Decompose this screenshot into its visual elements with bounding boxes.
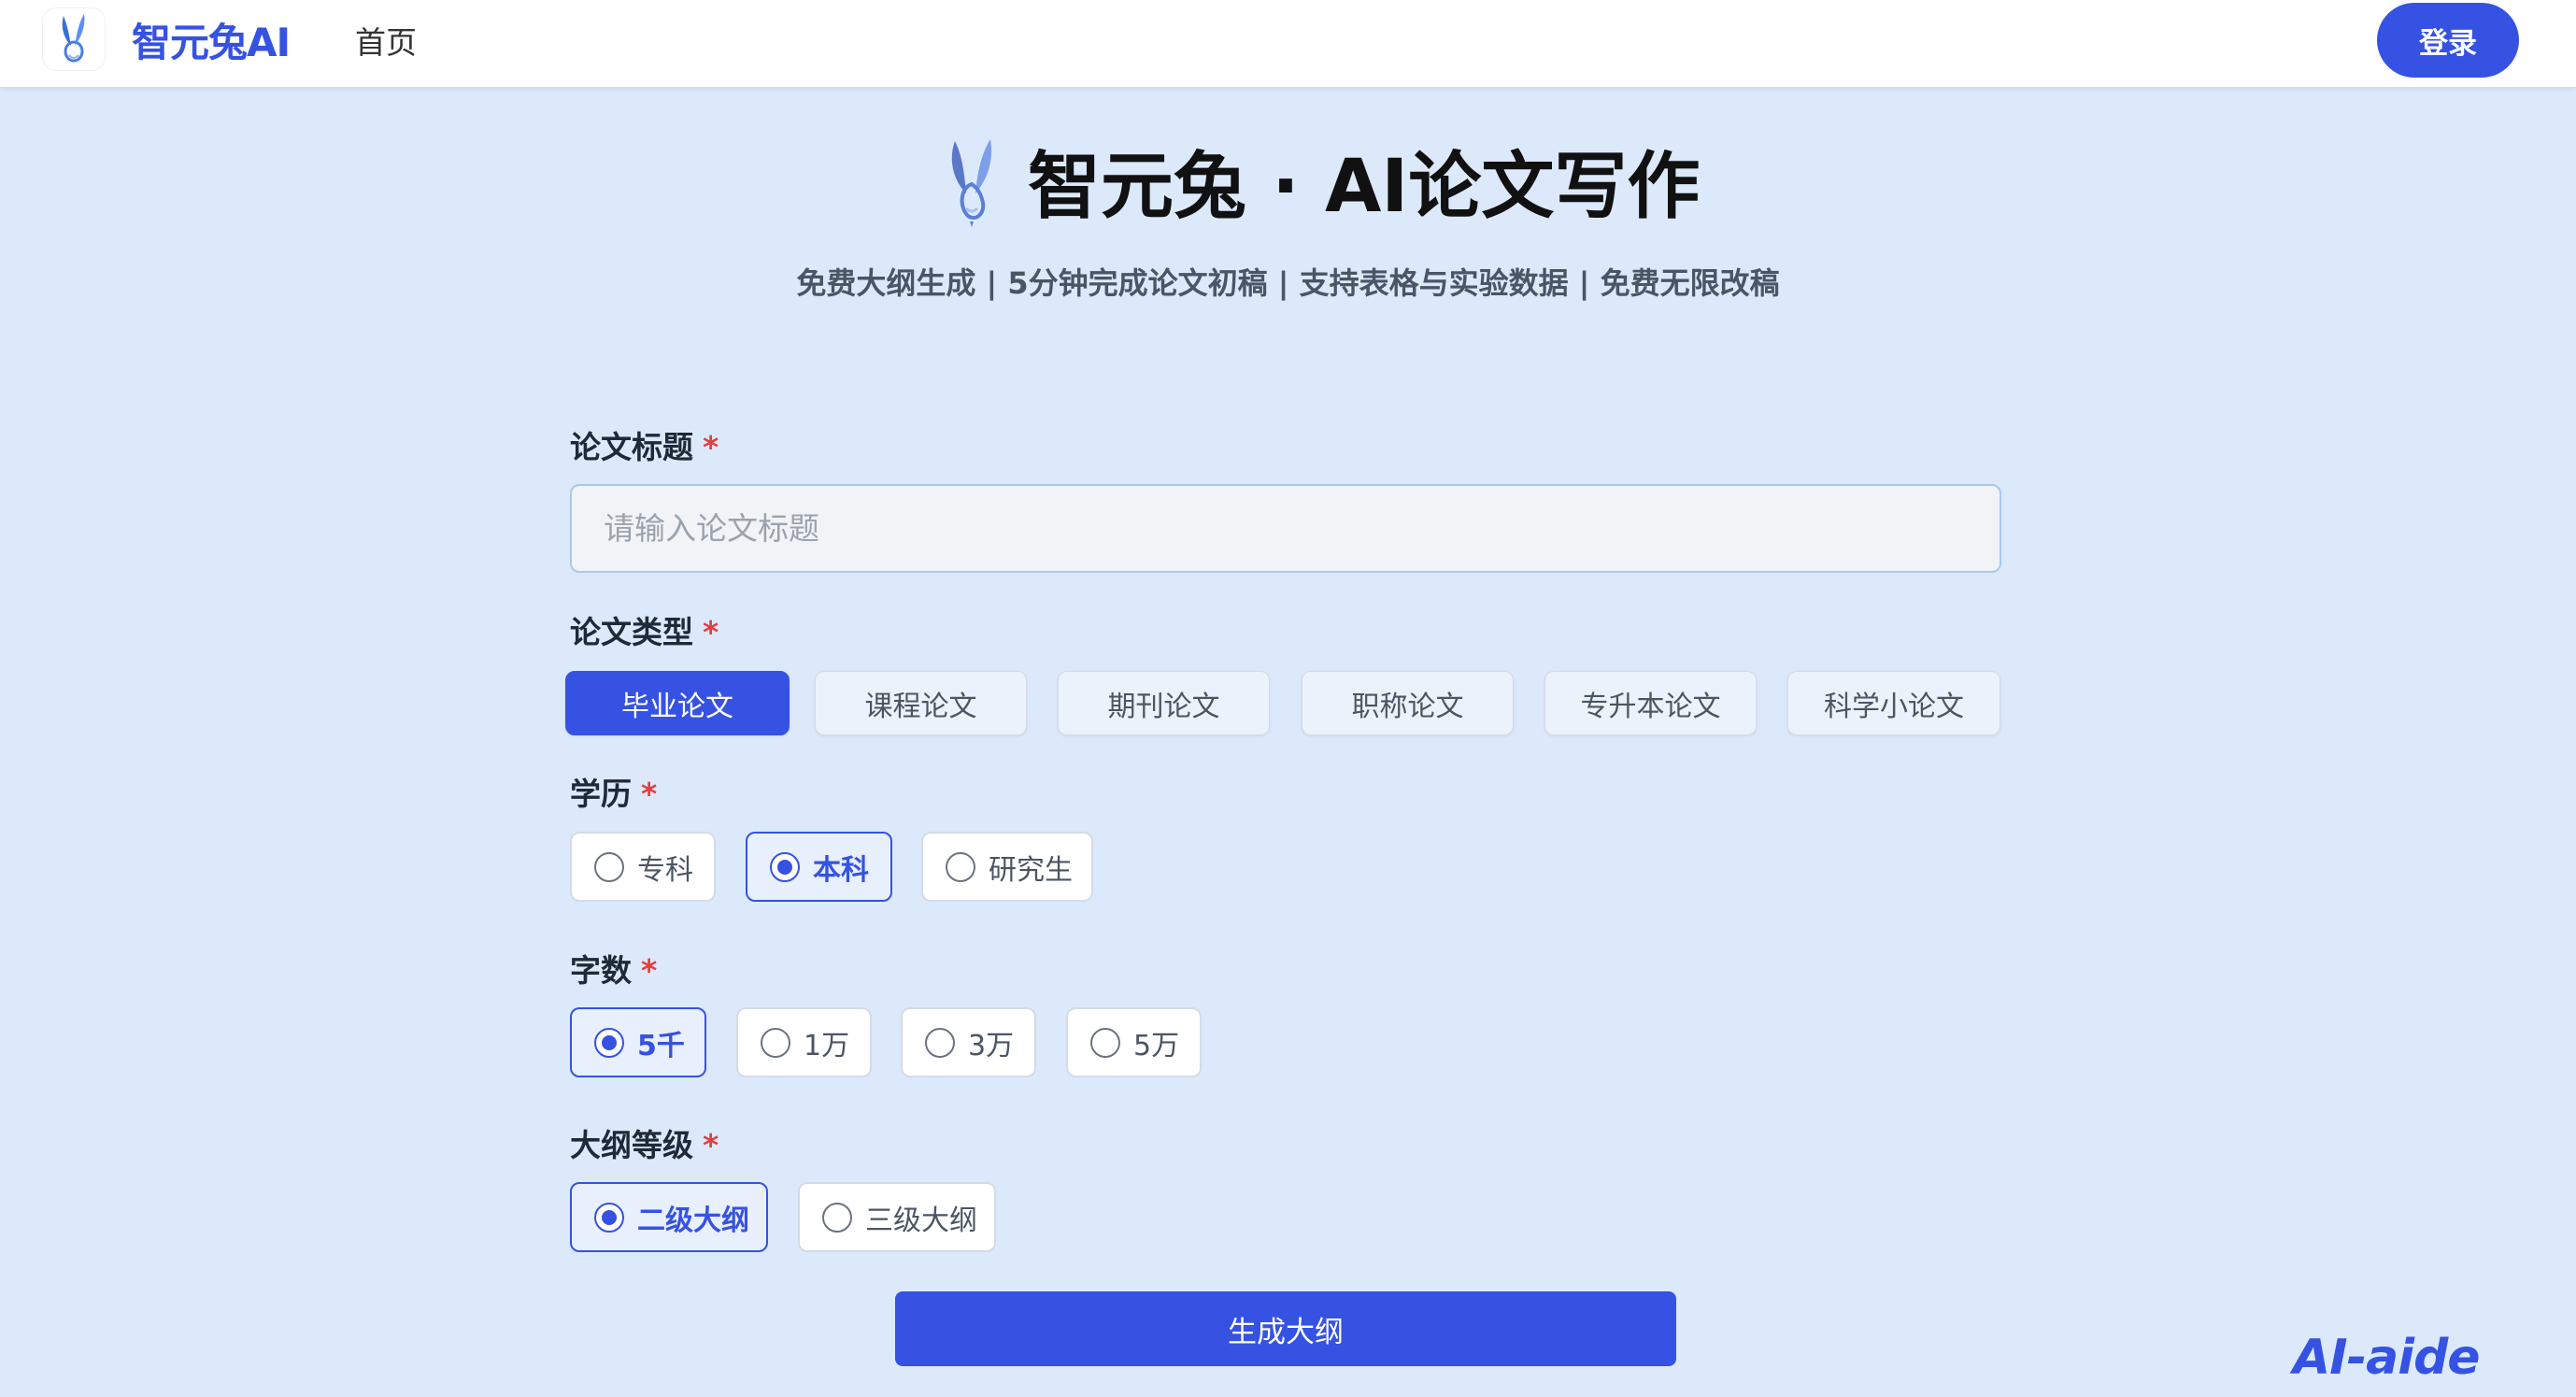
generate-outline-button[interactable]: 生成大纲 [895,1291,1676,1366]
degree-option-graduate[interactable]: 研究生 [921,832,1093,902]
rabbit-hero-icon [934,135,1009,231]
words-option-label: 5万 [1133,1029,1180,1062]
words-label-text: 字数 [570,952,632,989]
outline-label-text: 大纲等级 [570,1127,693,1163]
words-option-5k[interactable]: 5千 [570,1007,706,1077]
type-option-professional-title[interactable]: 职称论文 [1302,671,1514,735]
top-header: 智元兔AI 首页 登录 [0,0,2576,87]
type-field-label: 论文类型 * [570,611,719,654]
nav-home-link[interactable]: 首页 [355,19,417,67]
page-title: 智元兔 · AI论文写作 [1028,145,1701,229]
type-option-graduation[interactable]: 毕业论文 [565,671,790,735]
radio-circle-icon [822,1202,852,1233]
words-option-30k[interactable]: 3万 [901,1007,1036,1077]
radio-selected-icon [594,1202,624,1233]
radio-selected-icon [770,851,800,882]
type-label-text: 论文类型 [570,614,693,650]
page-subtitle: 免费大纲生成 | 5分钟完成论文初稿 | 支持表格与实验数据 | 免费无限改稿 [796,265,1780,301]
title-field-label: 论文标题 * [570,426,719,469]
outline-option-label: 三级大纲 [865,1204,977,1237]
radio-circle-icon [1090,1027,1120,1058]
rabbit-logo-icon[interactable] [43,8,105,70]
words-option-label: 5千 [637,1029,685,1062]
degree-option-bachelor[interactable]: 本科 [746,832,892,902]
paper-title-input[interactable] [570,484,2001,573]
degree-label-text: 学历 [570,776,632,812]
type-option-course[interactable]: 课程论文 [815,671,1027,735]
title-label-text: 论文标题 [570,429,693,465]
type-option-journal[interactable]: 期刊论文 [1058,671,1270,735]
required-mark: * [641,952,658,989]
degree-option-junior-college[interactable]: 专科 [570,832,716,902]
brand-name[interactable]: 智元兔AI [132,17,291,69]
radio-circle-icon [946,851,975,882]
radio-circle-icon [925,1027,955,1058]
words-option-10k[interactable]: 1万 [736,1007,872,1077]
words-option-label: 1万 [804,1029,850,1062]
degree-option-label: 研究生 [989,853,1073,887]
outline-option-level-3[interactable]: 三级大纲 [798,1182,996,1252]
required-mark: * [703,614,719,650]
ai-aide-watermark: AI-aide [2293,1330,2481,1386]
radio-circle-icon [761,1027,790,1058]
outline-option-level-2[interactable]: 二级大纲 [570,1182,768,1252]
words-option-50k[interactable]: 5万 [1066,1007,1202,1077]
words-option-label: 3万 [968,1029,1015,1062]
words-field-label: 字数 * [570,949,657,992]
type-option-science[interactable]: 科学小论文 [1787,671,2000,735]
degree-field-label: 学历 * [570,773,657,816]
radio-circle-icon [594,851,624,882]
login-button[interactable]: 登录 [2377,3,2519,78]
degree-option-label: 本科 [813,853,869,887]
required-mark: * [641,776,658,812]
radio-selected-icon [594,1027,624,1058]
degree-option-label: 专科 [637,853,693,887]
outline-field-label: 大纲等级 * [570,1124,719,1167]
required-mark: * [703,429,719,465]
type-option-upgrade[interactable]: 专升本论文 [1544,671,1757,735]
outline-option-label: 二级大纲 [637,1204,749,1237]
required-mark: * [703,1127,719,1163]
